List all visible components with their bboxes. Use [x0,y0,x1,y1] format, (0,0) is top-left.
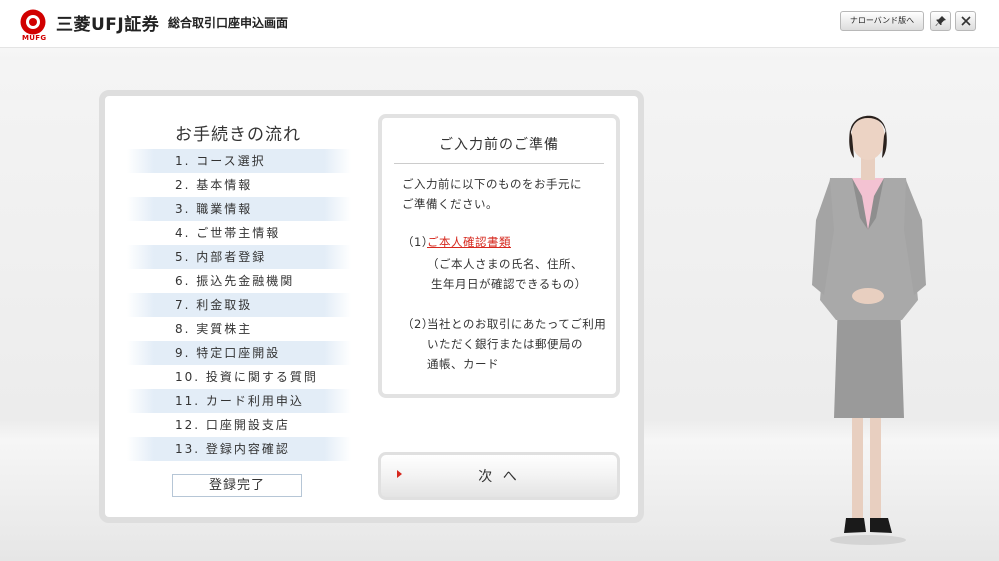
step-done-box: 登録完了 [172,474,302,497]
step-item: 13. 登録内容確認 [127,437,351,461]
step-item: 8. 実質株主 [175,322,253,336]
step-item: 6. 振込先金融機関 [175,274,295,288]
close-icon [961,16,971,26]
note-line: （ご本人さまの氏名、住所、 [427,257,583,271]
brand-name: 三菱UFJ証券 [56,15,160,35]
step-item: 12. 口座開設支店 [175,418,290,432]
close-button[interactable] [955,11,976,31]
next-button-label: 次 へ [478,469,520,485]
step-item: 2. 基本情報 [175,178,253,192]
divider [394,163,604,164]
item2-line: 当社とのお取引にあたってご利用 [427,317,607,331]
note-line: 生年月日が確認できるもの） [431,277,587,291]
step-item: 11. カード利用申込 [127,389,351,413]
step-item: 9. 特定口座開設 [127,341,351,365]
mufg-logo-icon [20,9,46,35]
preparation-box: ご入力前のご準備 ご入力前に以下のものをお手元に ご準備ください。 （1） ご本… [378,114,620,398]
logo-text: MUFG [22,34,47,42]
presenter-avatar [812,115,926,545]
step-item: 3. 職業情報 [127,197,351,221]
id-documents-link[interactable]: ご本人確認書類 [427,232,511,252]
step-item: 1. コース選択 [127,149,351,173]
preparation-intro: ご入力前に以下のものをお手元に ご準備ください。 [402,174,612,214]
step-item: 7. 利金取扱 [127,293,351,317]
intro-line: ご準備ください。 [402,197,498,211]
app-header: MUFG 三菱UFJ証券 総合取引口座申込画面 ナローバンド版へ [0,0,999,48]
preparation-title: ご入力前のご準備 [439,137,559,153]
narrowband-button[interactable]: ナローバンド版へ [840,11,924,31]
pin-button[interactable] [930,11,951,31]
steps-title: お手続きの流れ [175,125,301,145]
item2-line: 通帳、カード [427,357,499,371]
pin-icon [935,16,946,26]
item2-line: いただく銀行または郵便局の [427,337,583,351]
step-item: 4. ご世帯主情報 [175,226,281,240]
item2-text: 当社とのお取引にあたってご利用 いただく銀行または郵便局の 通帳、カード [427,314,607,374]
next-button[interactable]: 次 へ [378,452,620,500]
steps-list: 1. コース選択 2. 基本情報 3. 職業情報 4. ご世帯主情報 5. 内部… [127,149,351,461]
screen-title: 総合取引口座申込画面 [168,16,289,30]
step-item: 10. 投資に関する質問 [175,370,318,384]
intro-line: ご入力前に以下のものをお手元に [402,177,582,191]
item1-note: （ご本人さまの氏名、住所、 生年月日が確認できるもの） [427,254,617,294]
application-panel: お手続きの流れ 1. コース選択 2. 基本情報 3. 職業情報 4. ご世帯主… [99,90,644,523]
step-item: 5. 内部者登録 [127,245,351,269]
